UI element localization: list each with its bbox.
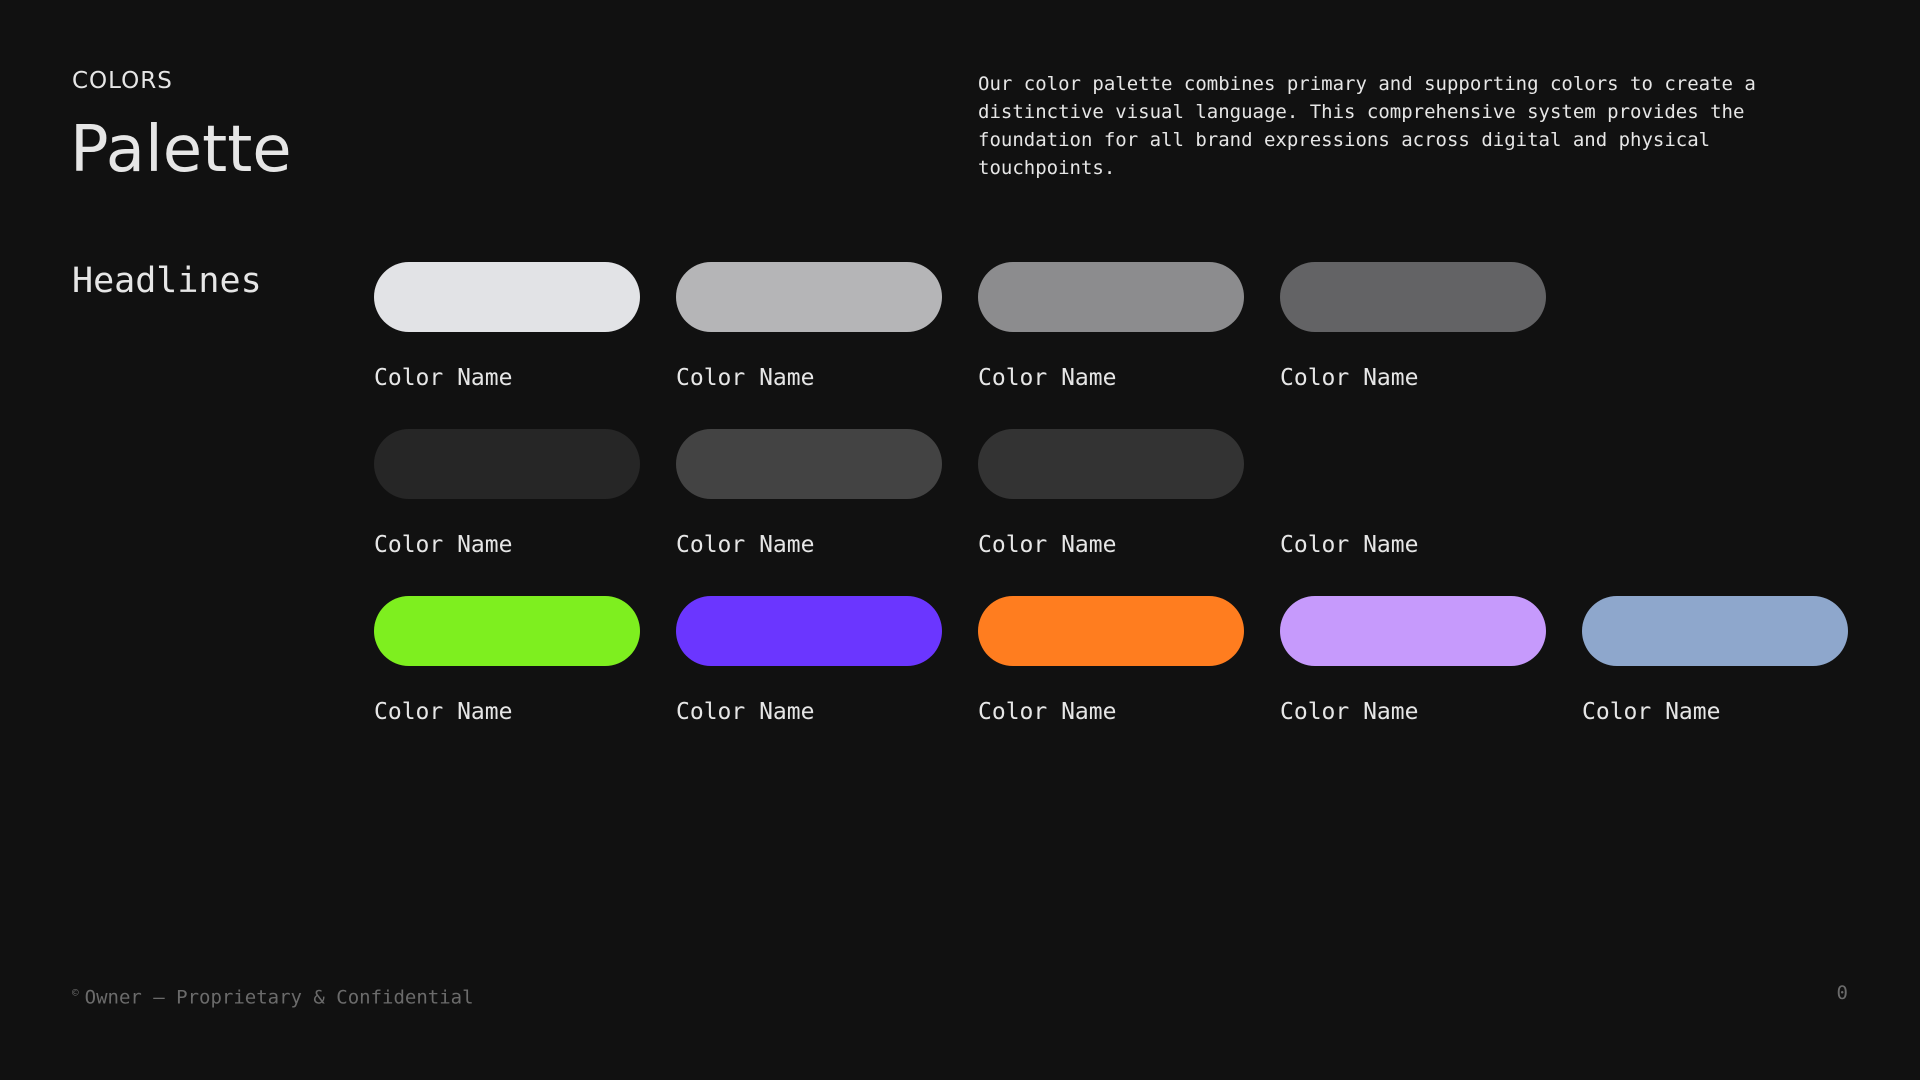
color-name-label: Color Name — [978, 699, 1117, 725]
color-swatch-pill — [978, 429, 1244, 499]
footer-owner-text: Owner — Proprietary & Confidential — [84, 986, 474, 1009]
color-name-label: Color Name — [676, 365, 815, 391]
swatch-grid: Color Name Color Name Color Name Color Name… — [374, 262, 1848, 733]
color-swatch: Color Name — [374, 429, 640, 566]
color-swatch: Color Name — [978, 262, 1244, 399]
color-swatch-pill — [1280, 429, 1546, 499]
color-name-label: Color Name — [676, 532, 815, 558]
color-swatch: Color Name — [1280, 262, 1546, 399]
color-swatch: Color Name — [1582, 596, 1848, 733]
color-swatch: Color Name — [676, 262, 942, 399]
color-swatch-pill — [374, 262, 640, 332]
color-swatch-pill — [676, 429, 942, 499]
color-swatch-pill — [676, 596, 942, 666]
color-name-label: Color Name — [1280, 532, 1419, 558]
page-title: Palette — [70, 113, 292, 187]
copyright-symbol: © — [72, 986, 79, 999]
color-name-label: Color Name — [676, 699, 815, 725]
eyebrow-label: COLORS — [72, 68, 173, 94]
color-swatch-pill — [1582, 429, 1848, 499]
color-name-label: Color Name — [374, 532, 513, 558]
color-swatch-pill — [978, 596, 1244, 666]
color-name-label: Color Name — [1582, 699, 1721, 725]
color-swatch: Color Name — [978, 429, 1244, 566]
color-swatch: Color Name — [676, 596, 942, 733]
color-name-label: Color Name — [1280, 699, 1419, 725]
color-swatch: Color Name — [978, 596, 1244, 733]
color-swatch: Color Name — [374, 596, 640, 733]
color-swatch — [1582, 262, 1848, 399]
color-name-label: Color Name — [374, 365, 513, 391]
section-label-headlines: Headlines — [72, 261, 262, 301]
footer-owner: © Owner — Proprietary & Confidential — [72, 980, 474, 1010]
color-swatch-pill — [1280, 262, 1546, 332]
intro-paragraph: Our color palette combines primary and s… — [978, 73, 1756, 179]
color-name-label: Color Name — [1280, 365, 1419, 391]
color-swatch-pill — [374, 429, 640, 499]
page-number: 0 — [1836, 982, 1848, 1004]
color-name-label: Color Name — [374, 699, 513, 725]
color-swatch — [1582, 429, 1848, 566]
color-swatch-pill — [676, 262, 942, 332]
color-swatch: Color Name — [1280, 429, 1546, 566]
color-swatch: Color Name — [676, 429, 942, 566]
color-swatch: Color Name — [1280, 596, 1546, 733]
color-name-label: Color Name — [978, 532, 1117, 558]
color-swatch-pill — [978, 262, 1244, 332]
color-name-label: Color Name — [978, 365, 1117, 391]
color-swatch: Color Name — [374, 262, 640, 399]
color-swatch-pill — [1582, 596, 1848, 666]
color-swatch-pill — [374, 596, 640, 666]
color-swatch-pill — [1280, 596, 1546, 666]
color-swatch-pill — [1582, 262, 1848, 332]
